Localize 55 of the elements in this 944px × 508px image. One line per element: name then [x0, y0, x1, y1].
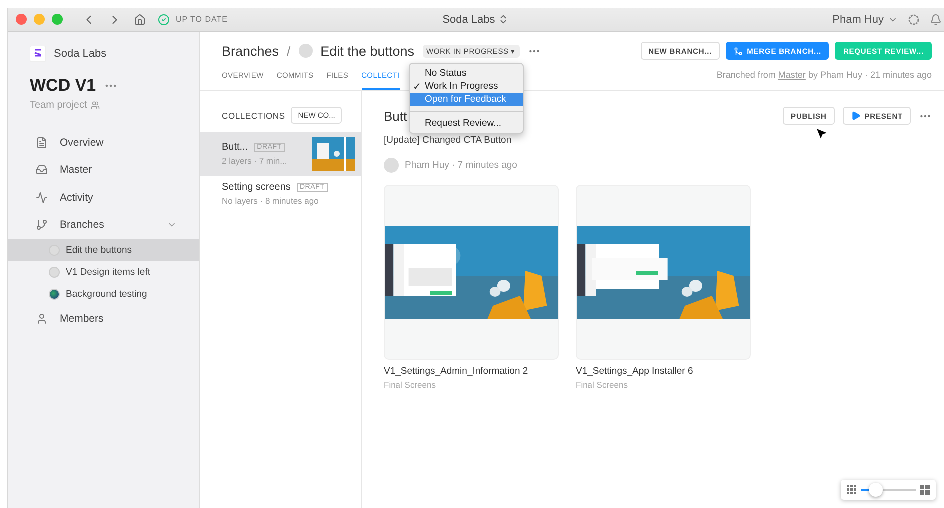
slider-thumb[interactable] [869, 483, 884, 497]
sidebar-item[interactable]: Branches [8, 212, 199, 239]
branch-title: Edit the buttons [320, 44, 414, 58]
user-name[interactable]: Pham Huy [832, 14, 884, 26]
breadcrumb-link[interactable]: Branches [222, 44, 280, 58]
merge-icon [734, 46, 744, 56]
sync-status: UP TO DATE [176, 15, 228, 24]
author-meta: Pham Huy · 7 minutes ago [405, 160, 518, 171]
commit-description: [Update] Changed CTA Button [384, 135, 512, 146]
artboard-card[interactable] [384, 185, 559, 360]
sidebar-item[interactable]: Overview [8, 129, 199, 156]
menu-item[interactable]: No Status [410, 67, 523, 80]
branch-icon [36, 219, 48, 232]
collection-meta: No layers · 8 minutes ago [222, 196, 320, 206]
organization-name: Soda Labs [54, 48, 107, 60]
check-circle-icon [158, 14, 170, 26]
large-grid-icon [920, 485, 930, 495]
artboard-section: Final Screens [384, 380, 559, 390]
branch-item[interactable]: V1 Design items left [8, 261, 199, 283]
document-icon [36, 136, 48, 149]
maximize-button[interactable] [52, 14, 63, 25]
inbox-icon [36, 164, 48, 176]
window-title[interactable]: Soda Labs [442, 14, 496, 26]
play-icon [850, 111, 861, 121]
logo-icon [30, 46, 46, 62]
branch-item[interactable]: Background testing [8, 283, 199, 305]
close-button[interactable] [16, 14, 27, 25]
user-icon [36, 312, 48, 325]
menu-item[interactable]: ✓ Work In Progress [410, 80, 523, 93]
artboard-name: V1_Settings_Admin_Information 2 [384, 366, 530, 377]
collection-meta: 2 layers · 7 min... [222, 156, 288, 166]
avatar-icon [298, 44, 313, 58]
avatar-icon [384, 158, 399, 173]
breadcrumb-separator: / [287, 44, 291, 58]
branch-item[interactable]: Edit the buttons [8, 239, 199, 261]
collection-title: Butt [384, 108, 408, 124]
bell-icon[interactable] [930, 14, 942, 26]
artboard-card[interactable] [576, 185, 751, 360]
artboard-name: V1_Settings_App Installer 6 [576, 366, 694, 377]
branch-info: Branched from Master by Pham Huy · 21 minutes ago [716, 70, 932, 82]
collection-name: Setting screens [222, 182, 291, 193]
home-icon[interactable] [134, 14, 146, 26]
sidebar-item[interactable]: Master [8, 156, 199, 184]
artboard-section: Final Screens [576, 380, 751, 390]
team-icon [91, 101, 100, 110]
checkmark: ✓ [413, 80, 422, 92]
collection-name: Butt... [222, 142, 248, 153]
collections-heading: COLLECTIONS [222, 110, 286, 120]
project-type: Team project [30, 100, 88, 111]
sidebar-item[interactable]: Members [8, 305, 199, 332]
project-title: WCD V1 [30, 76, 96, 96]
small-grid-icon [847, 485, 857, 495]
menu-item[interactable]: Request Review... [410, 117, 523, 130]
pulse-icon [36, 192, 48, 204]
sidebar-item[interactable]: Activity [8, 184, 199, 212]
